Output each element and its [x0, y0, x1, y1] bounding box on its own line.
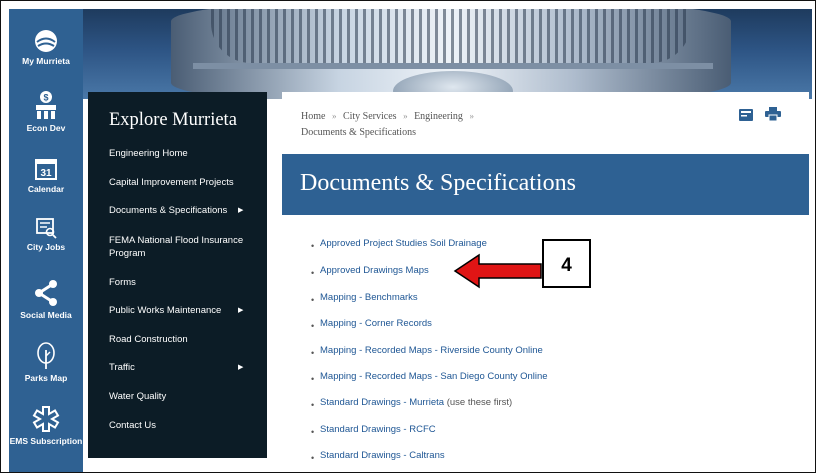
- step-number-callout: 4: [542, 239, 591, 288]
- rail-item-econ-dev[interactable]: $ Econ Dev: [9, 90, 83, 133]
- print-icon[interactable]: [765, 107, 781, 122]
- nav-item-traffic[interactable]: Traffic: [109, 361, 259, 374]
- browser-viewport: My Murrieta $ Econ Dev 31 Calendar City …: [0, 0, 816, 473]
- breadcrumb-separator: »: [331, 111, 337, 121]
- link-mapping-benchmarks[interactable]: Mapping - Benchmarks: [320, 292, 418, 303]
- page-title-bar: Documents & Specifications: [282, 154, 809, 215]
- page-tools: [738, 107, 781, 126]
- rail-label: My Murrieta: [22, 56, 70, 66]
- hero-banner: [83, 9, 812, 99]
- econ-dev-icon: $: [36, 91, 56, 119]
- bullet: •: [311, 295, 315, 305]
- tree-icon: [37, 342, 55, 369]
- rail-label: Parks Map: [24, 373, 68, 383]
- rail-label: Social Media: [20, 310, 72, 320]
- nav-item-documents-specifications[interactable]: Documents & Specifications: [109, 204, 259, 217]
- my-murrieta-logo: [35, 30, 57, 52]
- link-approved-drawings-maps[interactable]: Approved Drawings Maps: [320, 265, 429, 276]
- nav-item-fema-flood-insurance[interactable]: FEMA National Flood Insurance Program: [109, 234, 259, 260]
- rail-label: Econ Dev: [26, 123, 66, 133]
- link-recorded-maps-san-diego[interactable]: Mapping - Recorded Maps - San Diego Coun…: [320, 371, 548, 382]
- link-mapping-corner-records[interactable]: Mapping - Corner Records: [320, 318, 432, 329]
- link-recorded-maps-riverside[interactable]: Mapping - Recorded Maps - Riverside Coun…: [320, 345, 543, 356]
- bullet: •: [311, 348, 315, 358]
- breadcrumb-current: Documents & Specifications: [301, 127, 416, 138]
- link-label[interactable]: Standard Drawings - Murrieta: [320, 397, 444, 408]
- link-approved-project-studies[interactable]: Approved Project Studies Soil Drainage: [320, 238, 487, 249]
- quick-links-rail: My Murrieta $ Econ Dev 31 Calendar City …: [9, 9, 83, 472]
- bullet: •: [311, 268, 315, 278]
- red-arrow-annotation: [453, 253, 542, 289]
- nav-item-road-construction[interactable]: Road Construction: [109, 333, 259, 346]
- svg-text:31: 31: [40, 168, 52, 179]
- city-jobs-icon: [36, 218, 57, 239]
- rail-label: City Jobs: [26, 242, 66, 252]
- nav-item-contact-us[interactable]: Contact Us: [109, 419, 259, 432]
- breadcrumb-home[interactable]: Home: [301, 111, 325, 122]
- explore-nav: Explore Murrieta Engineering Home Capita…: [88, 92, 267, 458]
- rail-item-social-media[interactable]: Social Media: [9, 279, 83, 320]
- bullet: •: [311, 321, 315, 331]
- bullet: •: [311, 427, 315, 437]
- link-note: (use these first): [444, 397, 513, 408]
- breadcrumb-city-services[interactable]: City Services: [343, 111, 397, 122]
- nav-item-capital-improvement-projects[interactable]: Capital Improvement Projects: [109, 176, 259, 189]
- email-icon[interactable]: [738, 109, 753, 121]
- link-standard-drawings-murrieta[interactable]: Standard Drawings - Murrieta (use these …: [320, 397, 512, 408]
- rail-item-calendar[interactable]: 31 Calendar: [9, 157, 83, 194]
- breadcrumb-separator: »: [469, 111, 474, 121]
- calendar-icon: 31: [35, 159, 57, 180]
- chevron-right-icon[interactable]: ▶: [238, 206, 243, 214]
- rail-item-my-murrieta[interactable]: My Murrieta: [9, 29, 83, 66]
- chevron-right-icon[interactable]: ▶: [238, 363, 243, 371]
- bullet: •: [311, 241, 315, 251]
- link-standard-drawings-caltrans[interactable]: Standard Drawings - Caltrans: [320, 450, 445, 461]
- nav-item-public-works-maintenance[interactable]: Public Works Maintenance: [109, 304, 259, 317]
- nav-item-forms[interactable]: Forms: [109, 276, 259, 289]
- breadcrumb-engineering[interactable]: Engineering: [414, 111, 463, 122]
- page-title: Documents & Specifications: [300, 170, 576, 196]
- breadcrumb-separator: »: [403, 111, 408, 121]
- svg-text:$: $: [43, 93, 48, 103]
- rail-label: Calendar: [27, 184, 65, 194]
- bullet: •: [311, 453, 315, 463]
- share-icon: [35, 280, 57, 306]
- bullet: •: [311, 400, 315, 410]
- breadcrumb: Home » City Services » Engineering » Doc…: [301, 108, 478, 141]
- rail-item-ems-subscription[interactable]: EMS Subscription: [9, 405, 83, 446]
- rail-item-parks-map[interactable]: Parks Map: [9, 342, 83, 383]
- nav-item-engineering-home[interactable]: Engineering Home: [109, 147, 259, 160]
- link-standard-drawings-rcfc[interactable]: Standard Drawings - RCFC: [320, 424, 436, 435]
- chevron-right-icon[interactable]: ▶: [238, 306, 243, 314]
- nav-item-water-quality[interactable]: Water Quality: [109, 390, 259, 403]
- rail-label: EMS Subscription: [9, 436, 83, 446]
- rail-item-city-jobs[interactable]: City Jobs: [9, 217, 83, 252]
- bullet: •: [311, 374, 315, 384]
- explore-title: Explore Murrieta: [109, 110, 237, 130]
- star-of-life-icon: [32, 406, 60, 432]
